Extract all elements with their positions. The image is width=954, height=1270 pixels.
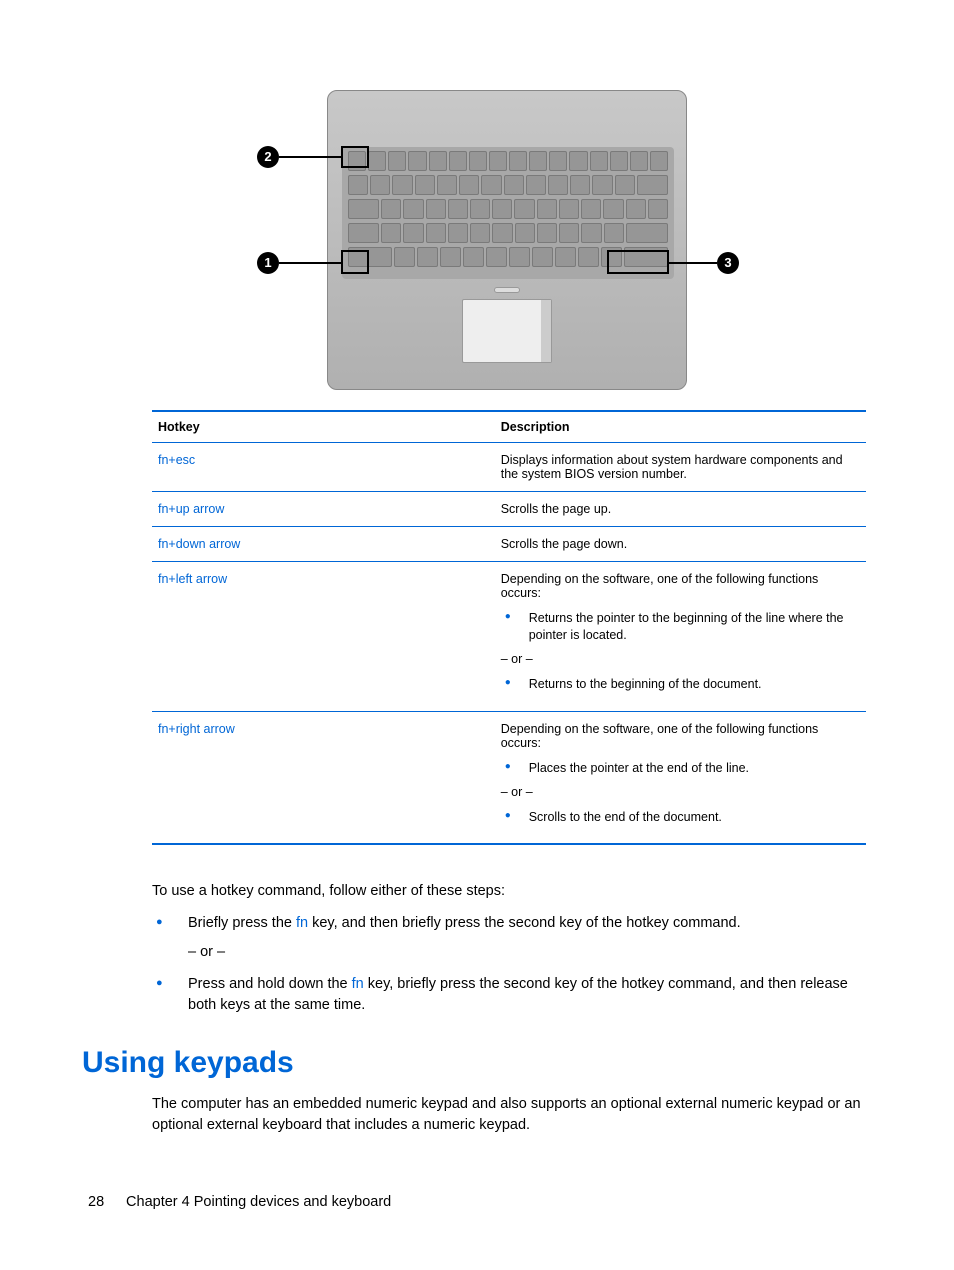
list-item: Scrolls to the end of the document. xyxy=(501,809,860,826)
instruction-step: Press and hold down the fn key, briefly … xyxy=(152,974,866,1016)
hotkey-description: Scrolls the page down. xyxy=(495,527,866,562)
hotkey-label: fn+down arrow xyxy=(158,537,240,551)
callout-box-fn xyxy=(341,250,369,274)
hotkey-description: Displays information about system hardwa… xyxy=(495,443,866,492)
section-heading: Using keypads xyxy=(82,1046,866,1080)
section-paragraph: The computer has an embedded numeric key… xyxy=(152,1094,866,1136)
laptop-body xyxy=(327,90,687,390)
keyboard-diagram: 1 2 3 xyxy=(257,90,697,390)
fn-key-label: fn xyxy=(352,976,364,992)
callout-badge-1: 1 xyxy=(257,252,279,274)
page-footer: 28 Chapter 4 Pointing devices and keyboa… xyxy=(88,1194,391,1210)
page-number: 28 xyxy=(88,1194,122,1210)
touchpad xyxy=(462,299,552,363)
list-item: Returns to the beginning of the document… xyxy=(501,676,860,693)
list-item: Returns the pointer to the beginning of … xyxy=(501,610,860,644)
or-separator: – or – xyxy=(188,944,866,960)
or-separator: – or – xyxy=(501,785,860,799)
callout-box-arrows xyxy=(607,250,669,274)
hotkey-label: fn+right arrow xyxy=(158,722,235,736)
hotkey-description: Scrolls the page up. xyxy=(495,492,866,527)
hotkey-label: fn+left arrow xyxy=(158,572,227,586)
instruction-step: Briefly press the fn key, and then brief… xyxy=(152,913,866,934)
chapter-label: Chapter 4 Pointing devices and keyboard xyxy=(126,1194,391,1210)
table-row: fn+left arrow Depending on the software,… xyxy=(152,562,866,712)
hotkey-description: Depending on the software, one of the fo… xyxy=(501,722,819,750)
latch xyxy=(494,287,520,293)
col-header-hotkey: Hotkey xyxy=(152,411,495,443)
callout-badge-2: 2 xyxy=(257,146,279,168)
callout-badge-3: 3 xyxy=(717,252,739,274)
instructions-intro: To use a hotkey command, follow either o… xyxy=(152,883,866,899)
or-separator: – or – xyxy=(501,652,860,666)
table-row: fn+down arrow Scrolls the page down. xyxy=(152,527,866,562)
table-row: fn+right arrow Depending on the software… xyxy=(152,711,866,844)
list-item: Places the pointer at the end of the lin… xyxy=(501,760,860,777)
callout-box-esc xyxy=(341,146,369,168)
table-row: fn+esc Displays information about system… xyxy=(152,443,866,492)
hotkey-description: Depending on the software, one of the fo… xyxy=(501,572,819,600)
hotkeys-table: Hotkey Description fn+esc Displays infor… xyxy=(152,410,866,845)
hotkey-label: fn+esc xyxy=(158,453,195,467)
fn-key-label: fn xyxy=(296,915,308,931)
table-row: fn+up arrow Scrolls the page up. xyxy=(152,492,866,527)
col-header-description: Description xyxy=(495,411,866,443)
hotkey-label: fn+up arrow xyxy=(158,502,224,516)
